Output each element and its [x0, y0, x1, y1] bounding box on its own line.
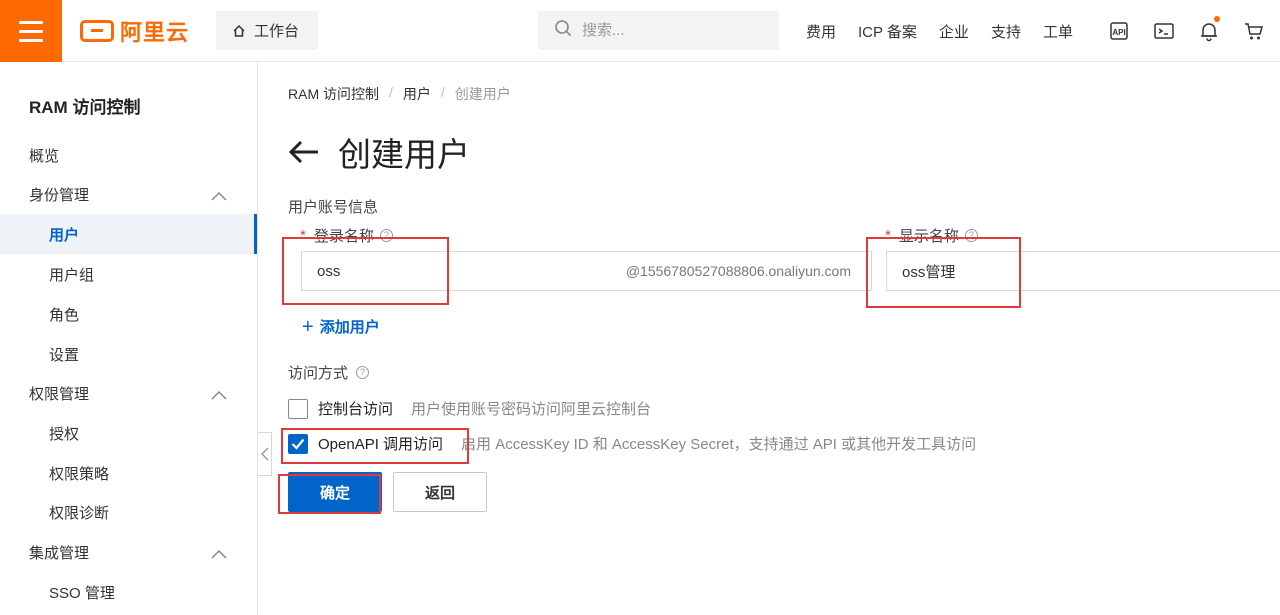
access-method-label: 访问方式 ? — [288, 362, 370, 383]
workbench-label: 工作台 — [254, 23, 300, 40]
sidebar-item-roles[interactable]: 角色 — [0, 294, 257, 334]
display-name-label: * 显示名称 ? — [885, 225, 978, 246]
chevron-up-icon — [211, 188, 227, 205]
sidebar-item-authorization[interactable]: 授权 — [0, 413, 257, 453]
openapi-access-checkbox[interactable] — [288, 433, 308, 454]
login-name-domain-suffix: @1556780527088806.onaliyun.com — [625, 263, 851, 279]
sidebar-item-identity-management[interactable]: 身份管理 — [0, 174, 257, 214]
back-button[interactable]: 返回 — [393, 472, 487, 512]
sidebar-collapse-handle[interactable] — [258, 432, 272, 476]
brand-name: 阿里云 — [120, 20, 190, 45]
page-title: 创建用户 — [338, 136, 470, 173]
plus-icon: + — [302, 315, 314, 338]
openapi-access-option[interactable]: OpenAPI 调用访问 启用 AccessKey ID 和 AccessKey… — [288, 433, 976, 454]
required-mark: * — [885, 227, 891, 244]
checkmark-icon — [291, 438, 305, 450]
top-nav-links: 费用 ICP 备案 企业 支持 工单 — [806, 0, 1095, 62]
nav-link-fees[interactable]: 费用 — [806, 21, 836, 42]
sidebar-item-policies[interactable]: 权限策略 — [0, 453, 257, 493]
sidebar-item-label: 设置 — [49, 346, 80, 364]
svg-text:API: API — [1112, 28, 1125, 37]
confirm-button[interactable]: 确定 — [288, 472, 382, 512]
sidebar-item-settings[interactable]: 设置 — [0, 334, 257, 374]
sidebar: RAM 访问控制 概览 身份管理 用户 用户组 角色 设置 权限管理 授权 权限… — [0, 62, 258, 615]
breadcrumb: RAM 访问控制 / 用户 / 创建用户 — [288, 84, 511, 104]
add-user-label: 添加用户 — [319, 319, 380, 336]
sidebar-item-label: 集成管理 — [29, 544, 90, 562]
sidebar-item-permission-management[interactable]: 权限管理 — [0, 373, 257, 413]
nav-link-enterprise[interactable]: 企业 — [939, 21, 969, 42]
notification-dot — [1214, 16, 1220, 22]
help-icon[interactable]: ? — [356, 366, 370, 379]
sidebar-item-label: 授权 — [49, 425, 80, 443]
terminal-icon[interactable] — [1151, 18, 1177, 44]
breadcrumb-users[interactable]: 用户 — [403, 84, 431, 104]
back-arrow-icon[interactable] — [288, 140, 320, 164]
sidebar-item-permission-diagnosis[interactable]: 权限诊断 — [0, 492, 257, 532]
login-name-label-text: 登录名称 — [313, 228, 374, 245]
cart-icon[interactable] — [1241, 18, 1267, 44]
login-name-value: oss — [317, 262, 341, 280]
search-box[interactable] — [538, 11, 779, 50]
login-name-input[interactable]: oss @1556780527088806.onaliyun.com — [301, 251, 872, 291]
top-navigation-bar: 阿里云 工作台 费用 ICP 备案 企业 支持 工单 API — [0, 0, 1280, 62]
display-name-value: oss管理 — [902, 263, 956, 281]
display-name-label-text: 显示名称 — [898, 228, 959, 245]
console-access-checkbox[interactable] — [288, 398, 308, 419]
console-access-description: 用户使用账号密码访问阿里云控制台 — [411, 401, 652, 418]
sidebar-item-label: SSO 管理 — [49, 584, 115, 602]
chevron-up-icon — [211, 546, 227, 563]
breadcrumb-separator: / — [389, 84, 393, 100]
console-access-label: 控制台访问 — [318, 401, 394, 418]
sidebar-item-overview[interactable]: 概览 — [0, 135, 257, 175]
sidebar-item-label: 角色 — [49, 306, 80, 324]
workbench-button[interactable]: 工作台 — [216, 11, 318, 50]
aliyun-logo[interactable]: 阿里云 — [80, 18, 190, 45]
sidebar-item-integration-management[interactable]: 集成管理 — [0, 532, 257, 572]
nav-link-tickets[interactable]: 工单 — [1043, 21, 1073, 42]
display-name-input[interactable]: oss管理 — [886, 251, 1280, 291]
console-access-option[interactable]: 控制台访问 用户使用账号密码访问阿里云控制台 — [288, 398, 651, 419]
sidebar-item-label: 用户组 — [49, 266, 95, 284]
sidebar-item-label: 权限管理 — [29, 385, 90, 403]
sidebar-item-label: 权限策略 — [49, 465, 110, 483]
menu-icon[interactable] — [0, 0, 62, 62]
sidebar-title: RAM 访问控制 — [29, 98, 141, 117]
openapi-access-description: 启用 AccessKey ID 和 AccessKey Secret，支持通过 … — [461, 436, 977, 453]
bell-icon[interactable] — [1196, 16, 1222, 44]
breadcrumb-ram[interactable]: RAM 访问控制 — [288, 84, 379, 104]
search-icon — [554, 19, 572, 42]
sidebar-item-user-groups[interactable]: 用户组 — [0, 254, 257, 294]
breadcrumb-separator: / — [440, 84, 445, 100]
required-mark: * — [300, 227, 306, 244]
nav-link-support[interactable]: 支持 — [991, 21, 1021, 42]
sidebar-item-users[interactable]: 用户 — [0, 214, 257, 254]
chevron-left-icon — [260, 447, 268, 461]
nav-link-icp[interactable]: ICP 备案 — [858, 21, 917, 42]
page-header: 创建用户 — [288, 128, 470, 176]
breadcrumb-current: 创建用户 — [454, 86, 511, 102]
sidebar-item-label: 身份管理 — [29, 186, 90, 204]
aliyun-logo-icon — [80, 20, 114, 42]
login-name-label: * 登录名称 ? — [300, 225, 393, 246]
sidebar-item-label: 概览 — [29, 147, 60, 165]
access-method-label-text: 访问方式 — [288, 365, 349, 382]
sidebar-item-sso[interactable]: SSO 管理 — [0, 572, 257, 612]
sidebar-item-label: 用户 — [49, 226, 80, 244]
add-user-button[interactable]: + 添加用户 — [302, 316, 380, 337]
search-input[interactable] — [582, 22, 762, 39]
api-icon[interactable]: API — [1106, 18, 1132, 44]
top-nav-icons: API — [1106, 16, 1267, 44]
help-icon[interactable]: ? — [379, 229, 393, 242]
help-icon[interactable]: ? — [964, 229, 978, 242]
chevron-up-icon — [211, 387, 227, 404]
openapi-access-label: OpenAPI 调用访问 — [318, 436, 444, 453]
sidebar-item-label: 权限诊断 — [49, 504, 110, 522]
section-label-account-info: 用户账号信息 — [288, 199, 379, 216]
home-icon — [232, 24, 246, 38]
